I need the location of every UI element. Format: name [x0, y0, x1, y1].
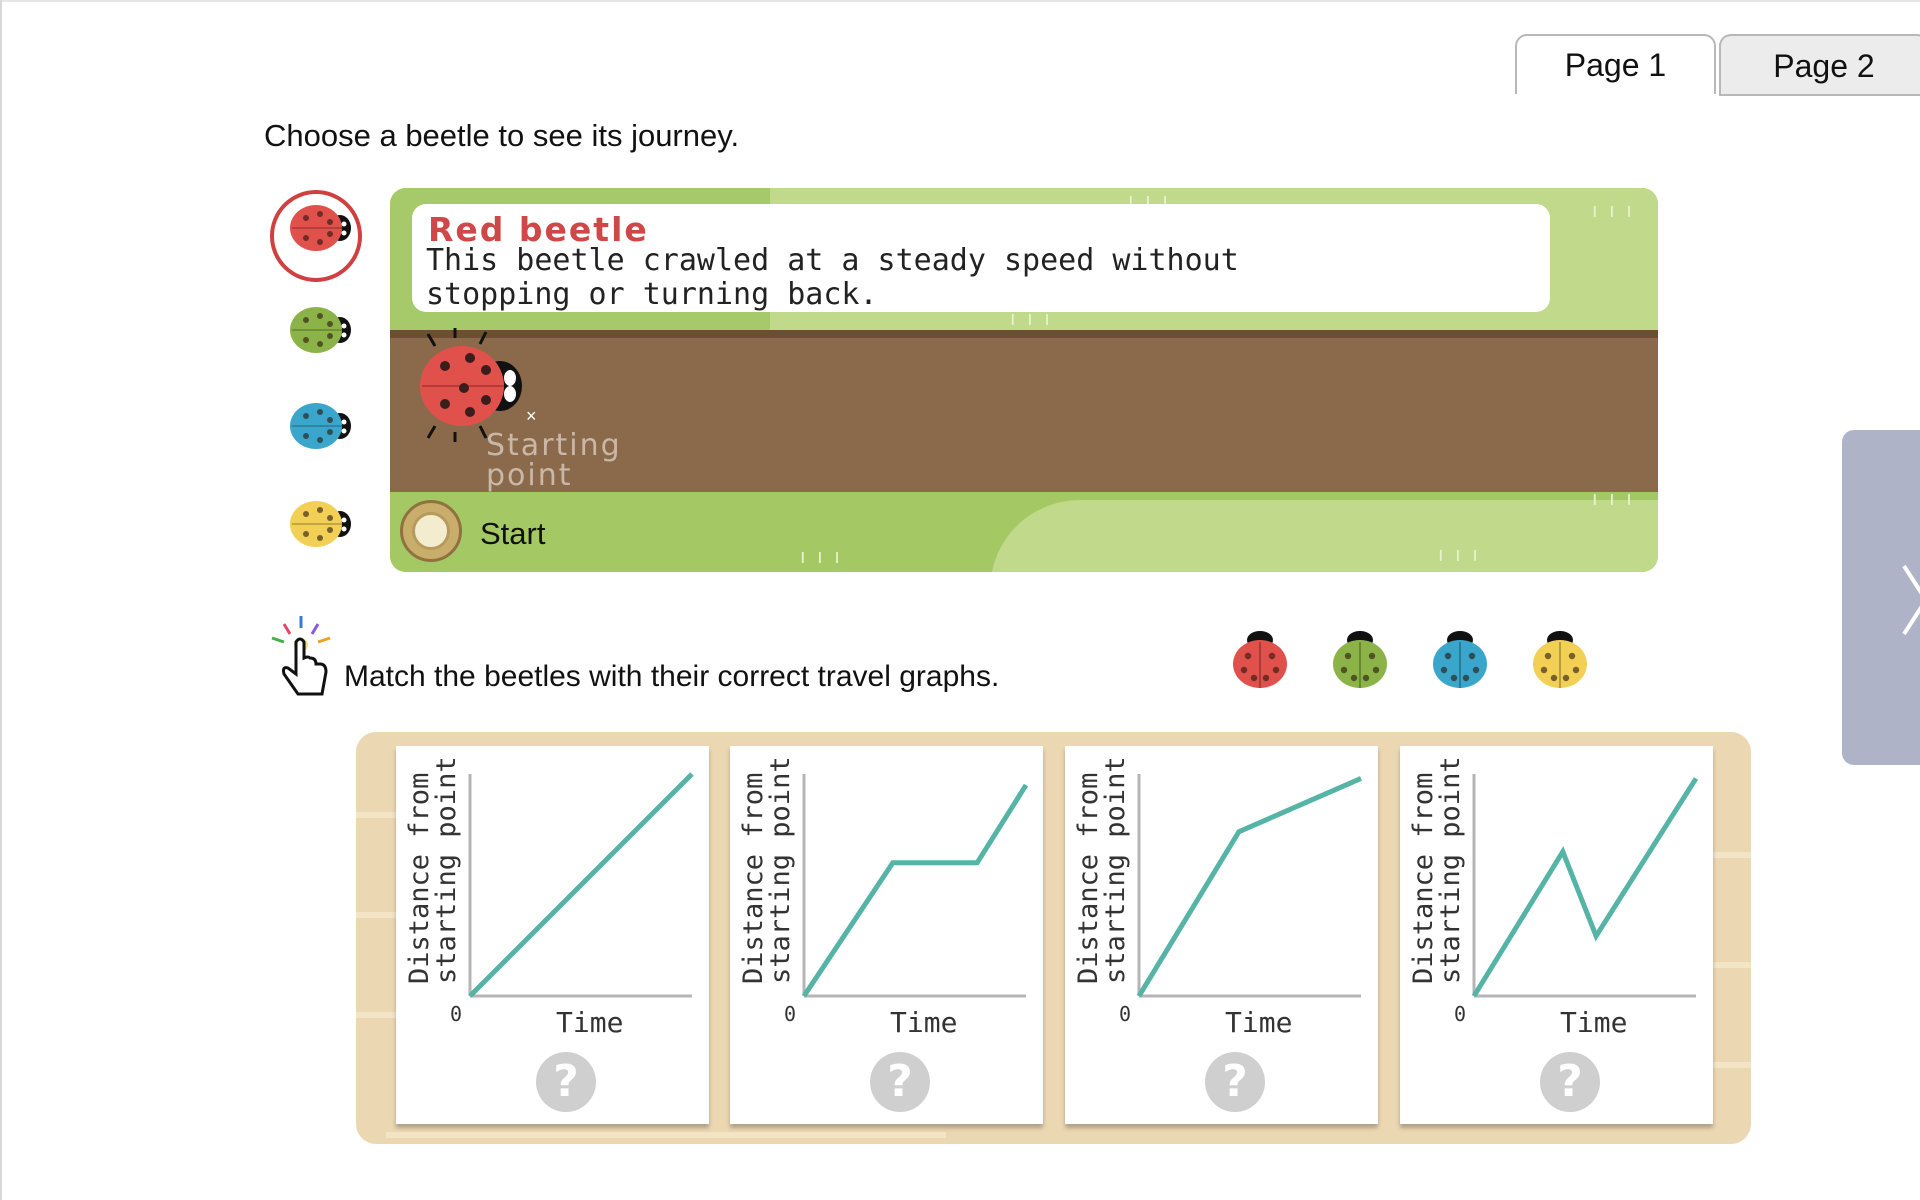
origin-label: 0	[784, 1002, 797, 1026]
origin-label: 0	[450, 1002, 463, 1026]
x-axis-label: Time	[1225, 1006, 1293, 1039]
grass-tuft: ı ı ı	[1592, 488, 1635, 510]
beetle-option-yellow[interactable]	[286, 496, 356, 552]
y-axis-label: Distance from starting point	[1408, 756, 1466, 984]
grass-tuft: ı ı ı	[800, 546, 843, 568]
match-instruction: Match the beetles with their correct tra…	[344, 660, 1000, 693]
tab-page-1[interactable]: Page 1	[1515, 34, 1716, 94]
x-axis-label: Time	[1560, 1006, 1628, 1039]
description-box: Red beetle This beetle crawled at a stea…	[412, 204, 1550, 312]
graph-card[interactable]: Distance from starting point 0 Time?	[396, 746, 709, 1124]
beetle-option-green[interactable]	[286, 302, 356, 358]
draggable-beetle-green[interactable]	[1330, 626, 1390, 690]
tab-baseline	[1719, 94, 1920, 96]
graph-card[interactable]: Distance from starting point 0 Time?	[1065, 746, 1378, 1124]
frame-left	[0, 0, 2, 1200]
y-axis-label: Distance from starting point	[404, 756, 462, 984]
tab-page-2[interactable]: Page 2	[1719, 34, 1920, 96]
y-axis-label: Distance from starting point	[1073, 756, 1131, 984]
frame-top	[0, 0, 1920, 2]
help-button[interactable]: ?	[870, 1052, 930, 1112]
hand-pointer-icon	[271, 616, 331, 696]
grass-tuft: ı ı ı	[1592, 200, 1635, 222]
series-line	[1471, 777, 1699, 998]
draggable-beetle-red[interactable]	[1230, 626, 1290, 690]
help-button[interactable]: ?	[1540, 1052, 1600, 1112]
series-line	[801, 783, 1029, 998]
moving-beetle	[420, 328, 522, 442]
origin-label: 0	[1454, 1002, 1467, 1026]
x-axis-label: Time	[556, 1006, 624, 1039]
start-button-label: Start	[480, 516, 546, 551]
draggable-beetle-yellow[interactable]	[1530, 626, 1590, 690]
start-button[interactable]	[400, 500, 462, 562]
journey-scene: ı ı ı ı ı ı ı ı ı ı ı ı ı ı ı ı ı ı Red …	[390, 188, 1658, 572]
y-axis-label: Distance from starting point	[738, 756, 796, 984]
grass-bottom-light	[990, 500, 1658, 572]
grass-tuft: ı ı ı	[1438, 544, 1481, 566]
instruction-text: Choose a beetle to see its journey.	[264, 118, 740, 153]
wood-plank	[386, 1132, 946, 1138]
help-button[interactable]: ?	[1205, 1052, 1265, 1112]
series-line	[468, 772, 694, 998]
help-button[interactable]: ?	[536, 1052, 596, 1112]
origin-label: 0	[1119, 1002, 1132, 1026]
beetle-description: This beetle crawled at a steady speed wi…	[426, 243, 1239, 312]
series-line	[1136, 776, 1362, 998]
chevron-right-icon	[1902, 564, 1920, 636]
graph-card[interactable]: Distance from starting point 0 Time?	[730, 746, 1043, 1124]
draggable-beetle-blue[interactable]	[1430, 626, 1490, 690]
beetle-option-blue[interactable]	[286, 398, 356, 454]
x-axis-label: Time	[890, 1006, 958, 1039]
beetle-option-red[interactable]	[286, 200, 356, 256]
next-page-button[interactable]	[1842, 430, 1920, 765]
graph-card[interactable]: Distance from starting point 0 Time?	[1400, 746, 1713, 1124]
